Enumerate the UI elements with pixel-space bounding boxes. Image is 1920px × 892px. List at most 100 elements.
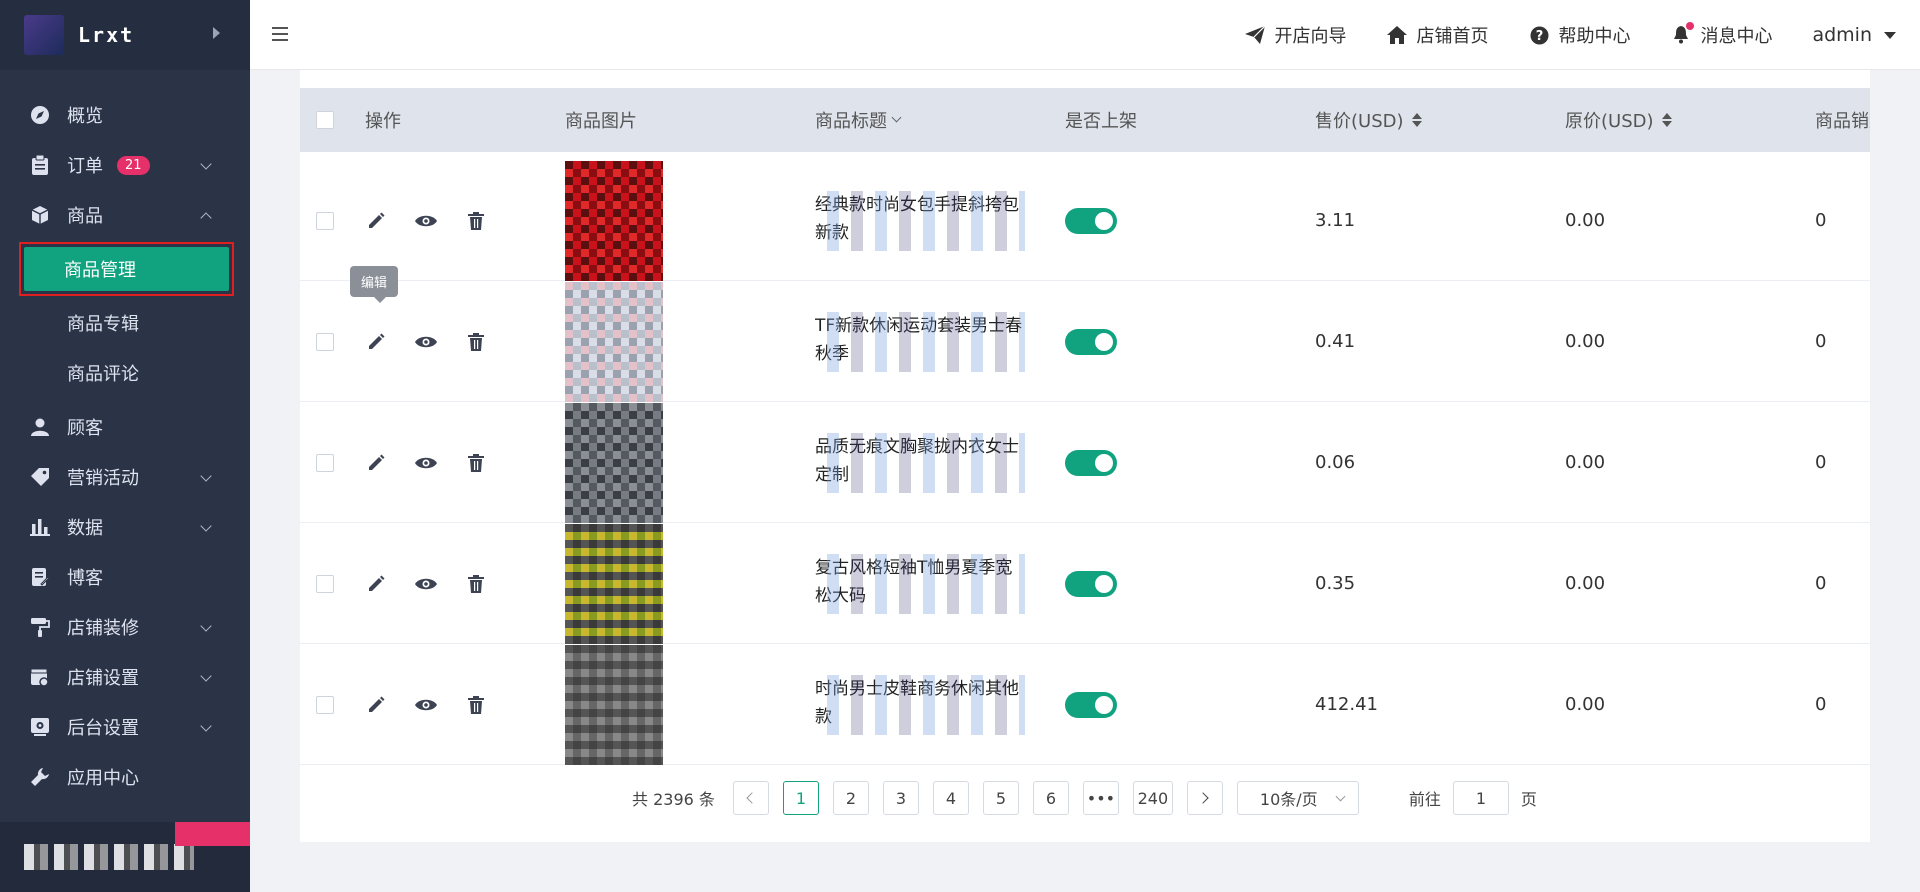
settings-box-icon: [30, 717, 50, 737]
view-icon[interactable]: [415, 210, 437, 232]
delete-icon[interactable]: [465, 452, 487, 474]
table-header: 操作 商品图片 商品标题 是否上架 售价(USD) 原价(USD) 商品销量: [300, 88, 1870, 152]
sidebar-subitem-product-albums[interactable]: 商品专辑: [0, 298, 250, 348]
goto-page-input[interactable]: [1452, 781, 1509, 815]
sidebar-item-overview[interactable]: 概览: [0, 90, 250, 140]
original-price-cell: 0.00: [1565, 694, 1606, 715]
page-button[interactable]: 5: [982, 781, 1019, 815]
page-size-select[interactable]: 10条/页: [1236, 781, 1359, 815]
delete-icon[interactable]: [465, 573, 487, 595]
header-price-label: 售价(USD): [1315, 111, 1404, 132]
edit-icon[interactable]: [365, 331, 387, 353]
edit-tooltip: 编辑: [350, 266, 399, 303]
sidebar-subitem-product-reviews[interactable]: 商品评论: [0, 348, 250, 398]
view-icon[interactable]: [415, 694, 437, 716]
page-button[interactable]: 3: [882, 781, 919, 815]
sidebar-item-store-decoration[interactable]: 店铺装修: [0, 602, 250, 652]
edit-icon[interactable]: [365, 573, 387, 595]
product-title[interactable]: 复古风格短袖T恤男夏季宽松大码: [815, 553, 1025, 614]
store-settings-icon: [30, 667, 50, 687]
page-button[interactable]: 240: [1132, 781, 1173, 815]
header-price[interactable]: 售价(USD): [1315, 88, 1422, 152]
chevron-down-icon: [1335, 791, 1346, 802]
listed-toggle[interactable]: [1065, 449, 1117, 476]
view-icon[interactable]: [415, 573, 437, 595]
product-title[interactable]: TF新款休闲运动套装男士春秋季: [815, 311, 1025, 372]
listed-toggle[interactable]: [1065, 207, 1117, 234]
edit-icon[interactable]: [365, 452, 387, 474]
sidebar-item-products[interactable]: 商品: [0, 190, 250, 240]
table-row: TF新款休闲运动套装男士春秋季 0.41 0.00 0: [300, 281, 1870, 402]
page-button[interactable]: 4: [932, 781, 969, 815]
page-unit-label: 页: [1520, 790, 1537, 809]
view-icon[interactable]: [415, 452, 437, 474]
header-original[interactable]: 原价(USD): [1565, 88, 1672, 152]
top-link-store-home[interactable]: 店铺首页: [1386, 22, 1488, 48]
sidebar-item-blog[interactable]: 博客: [0, 552, 250, 602]
row-checkbox[interactable]: [316, 574, 334, 593]
delete-icon[interactable]: [465, 331, 487, 353]
product-image-cell: [565, 160, 663, 281]
edit-icon[interactable]: [365, 694, 387, 716]
view-icon[interactable]: [415, 331, 437, 353]
header-title[interactable]: 商品标题: [815, 88, 902, 152]
top-link-label: 店铺首页: [1416, 26, 1489, 47]
row-checkbox[interactable]: [316, 211, 334, 230]
row-actions: [365, 160, 515, 281]
logo[interactable]: [24, 15, 64, 55]
sidebar-item-marketing[interactable]: 营销活动: [0, 452, 250, 502]
sidebar-item-orders[interactable]: 订单 21: [0, 140, 250, 190]
sidebar-item-store-settings[interactable]: 店铺设置: [0, 652, 250, 702]
delete-icon[interactable]: [465, 210, 487, 232]
listed-toggle[interactable]: [1065, 570, 1117, 597]
product-image[interactable]: [565, 644, 663, 765]
product-title[interactable]: 时尚男士皮鞋商务休闲其他款: [815, 674, 1025, 735]
page-button[interactable]: 6: [1032, 781, 1069, 815]
sort-icon: [1411, 112, 1422, 128]
sidebar-item-label: 店铺设置: [67, 668, 139, 689]
chevron-down-icon: [200, 620, 212, 632]
price-cell: 0.35: [1315, 573, 1356, 594]
product-image[interactable]: [565, 281, 663, 402]
header-image: 商品图片: [565, 111, 637, 132]
product-image[interactable]: [565, 160, 663, 281]
top-link-setup-guide[interactable]: 开店向导: [1244, 22, 1346, 48]
logo-text: Lrxt: [78, 23, 135, 47]
product-image-cell: [565, 644, 663, 765]
sidebar-item-admin-settings[interactable]: 后台设置: [0, 702, 250, 752]
menu-toggle-icon[interactable]: [272, 27, 288, 45]
sales-cell: 0: [1815, 452, 1827, 473]
wrench-icon: [30, 767, 50, 787]
row-checkbox[interactable]: [316, 453, 334, 472]
listed-toggle[interactable]: [1065, 691, 1117, 718]
sidebar-subitem-product-management[interactable]: 商品管理: [24, 247, 229, 291]
select-all-checkbox[interactable]: [316, 111, 334, 129]
sidebar-item-customers[interactable]: 顾客: [0, 402, 250, 452]
product-image[interactable]: [565, 523, 663, 644]
product-title[interactable]: 品质无痕文胸聚拢内衣女士定制: [815, 432, 1025, 493]
listed-toggle-cell: [1065, 644, 1117, 765]
delete-icon[interactable]: [465, 694, 487, 716]
user-menu[interactable]: admin: [1812, 24, 1896, 46]
edit-doc-icon: [30, 567, 50, 587]
page-button[interactable]: 1: [782, 781, 819, 815]
collapse-arrow-icon[interactable]: [213, 27, 220, 39]
product-title[interactable]: 经典款时尚女包手提斜挎包新款: [815, 190, 1025, 251]
top-link-message-center[interactable]: 消息中心: [1670, 22, 1772, 48]
next-page-button[interactable]: [1186, 781, 1223, 815]
page-button[interactable]: 2: [832, 781, 869, 815]
prev-page-button[interactable]: [732, 781, 769, 815]
listed-toggle[interactable]: [1065, 328, 1117, 355]
sidebar-item-data[interactable]: 数据: [0, 502, 250, 552]
version-tag: [175, 822, 250, 846]
top-link-label: 帮助中心: [1558, 26, 1631, 47]
row-checkbox[interactable]: [316, 695, 334, 714]
product-image[interactable]: [565, 402, 663, 523]
sales-cell: 0: [1815, 210, 1827, 231]
top-link-help-center[interactable]: ? 帮助中心: [1528, 22, 1630, 48]
store-name-blurred[interactable]: [24, 844, 194, 870]
more-pages-button[interactable]: •••: [1082, 781, 1119, 815]
edit-icon[interactable]: [365, 210, 387, 232]
sidebar-item-app-center[interactable]: 应用中心: [0, 752, 250, 802]
row-checkbox[interactable]: [316, 332, 334, 351]
